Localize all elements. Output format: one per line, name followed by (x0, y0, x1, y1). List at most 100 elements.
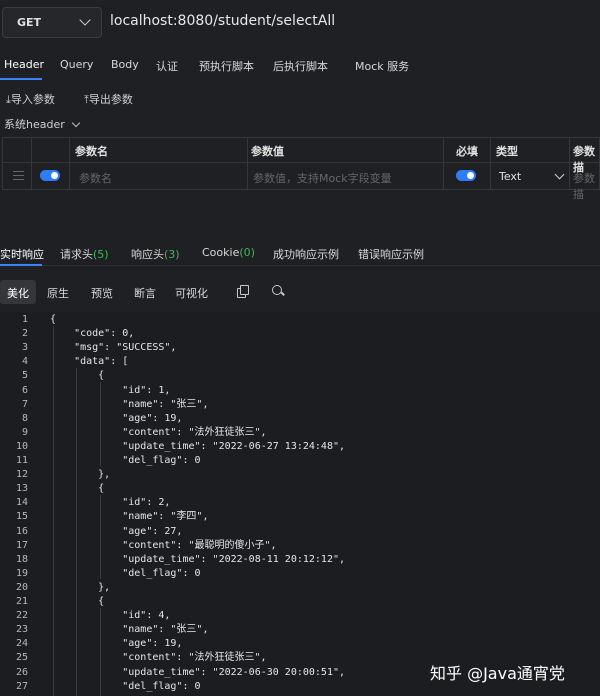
import-label: 导入参数 (10, 93, 55, 106)
tab-response-headers[interactable]: 响应头(3) (131, 246, 180, 262)
code-text: "id": 1, (50, 384, 171, 396)
system-header-label: 系统header (4, 118, 65, 131)
line-number: 26 (15, 666, 28, 678)
method-label: GET (17, 16, 42, 29)
watermark: 知乎 @Java通宵党 (430, 664, 565, 683)
tab-request-headers[interactable]: 请求头(5) (60, 246, 109, 262)
tab-label: 响应头 (131, 248, 164, 261)
tab-realtime-response[interactable]: 实时响应 (0, 246, 44, 262)
code-line: 21 { (0, 595, 600, 609)
method-select[interactable]: GET (2, 7, 102, 38)
line-number: 19 (15, 567, 28, 579)
code-text: { (50, 370, 105, 382)
line-number: 22 (15, 610, 28, 622)
code-line: 2 "code": 0, (0, 327, 600, 341)
export-params-button[interactable]: ⤒导出参数 (84, 91, 133, 107)
tab-auth[interactable]: 认证 (156, 58, 178, 74)
tab-body[interactable]: Body (111, 58, 139, 71)
line-number: 20 (15, 581, 28, 593)
drag-handle-icon[interactable] (13, 171, 24, 180)
tab-pretty[interactable]: 美化 (0, 280, 36, 304)
tab-raw[interactable]: 原生 (40, 280, 76, 304)
tab-success-example[interactable]: 成功响应示例 (273, 246, 339, 262)
code-line: 11 "del_flag": 0 (0, 454, 600, 468)
tab-pre-script[interactable]: 预执行脚本 (199, 58, 254, 74)
table-row: 参数名 参数值，支持Mock字段变量 Text 参数描 (3, 163, 599, 201)
response-body-editor[interactable]: 1{2 "code": 0, 3 "msg": "SUCCESS", 4 "data… (0, 312, 600, 696)
col-required: 必填 (456, 145, 478, 158)
code-line: 5 { (0, 369, 600, 383)
param-desc-input[interactable]: 参数描 (573, 170, 599, 202)
line-number: 14 (15, 497, 28, 509)
code-line: 16 "age": 27, (0, 525, 600, 539)
code-line: 13 { (0, 482, 600, 496)
tab-error-example[interactable]: 错误响应示例 (358, 246, 424, 262)
code-text: "name": "李四", (50, 511, 209, 523)
line-number: 2 (21, 328, 28, 340)
tab-query[interactable]: Query (60, 58, 93, 71)
chevron-down-icon (554, 169, 565, 180)
code-line: 20 }, (0, 581, 600, 595)
copy-icon[interactable] (237, 285, 249, 298)
code-text: "update_time": "2022-06-30 20:00:51", (50, 666, 346, 678)
response-tabs: 实时响应 请求头(5) 响应头(3) Cookie(0) 成功响应示例 错误响应… (0, 240, 600, 266)
line-number: 10 (15, 440, 28, 452)
active-tab-indicator (0, 78, 42, 80)
url-input[interactable]: localhost:8080/student/selectAll (110, 13, 335, 29)
line-number: 1 (21, 314, 28, 325)
code-text: "id": 2, (50, 497, 171, 509)
code-line: 15 "name": "李四", (0, 510, 600, 524)
tab-mock-service[interactable]: Mock 服务 (355, 58, 409, 74)
code-text: "id": 4, (50, 610, 171, 622)
code-text: "content": "最聪明的傻小子", (50, 539, 277, 551)
code-line: 22 "id": 4, (0, 609, 600, 623)
param-value-input[interactable]: 参数值，支持Mock字段变量 (253, 170, 392, 186)
line-number: 16 (15, 525, 28, 537)
line-number: 4 (21, 356, 28, 368)
code-text: { (50, 483, 105, 495)
code-text: "del_flag": 0 (50, 680, 201, 692)
code-line: 4 "data": [ (0, 355, 600, 369)
required-toggle[interactable] (456, 170, 476, 181)
line-number: 18 (15, 553, 28, 565)
tab-label: Cookie (202, 246, 240, 259)
search-icon[interactable] (272, 285, 285, 298)
tab-header[interactable]: Header (4, 58, 44, 71)
code-line: 19 "del_flag": 0 (0, 567, 600, 581)
code-line: 23 "name": "张三", (0, 623, 600, 637)
code-line: 9 "content": "法外狂徒张三", (0, 426, 600, 440)
col-type: 类型 (496, 145, 518, 158)
line-number: 15 (15, 511, 28, 523)
code-line: 14 "id": 2, (0, 496, 600, 510)
active-tab-indicator (0, 264, 42, 266)
code-line: 1{ (0, 313, 600, 327)
code-text: "del_flag": 0 (50, 455, 201, 466)
code-line: 10 "update_time": "2022-06-27 13:24:48", (0, 440, 600, 454)
param-name-input[interactable]: 参数名 (79, 170, 112, 186)
line-number: 6 (21, 384, 28, 396)
tab-preview[interactable]: 预览 (84, 280, 120, 304)
tab-assert[interactable]: 断言 (127, 280, 163, 304)
tab-post-script[interactable]: 后执行脚本 (273, 58, 328, 74)
tab-cookie[interactable]: Cookie(0) (202, 246, 255, 259)
code-line: 3 "msg": "SUCCESS", (0, 341, 600, 355)
line-number: 13 (15, 483, 28, 495)
enable-toggle[interactable] (40, 170, 60, 181)
col-param-value: 参数值 (251, 145, 284, 158)
code-text: "content": "法外狂徒张三", (50, 652, 267, 664)
import-params-button[interactable]: ⤓导入参数 (6, 91, 55, 107)
line-number: 11 (15, 455, 28, 466)
type-select[interactable]: Text (499, 170, 521, 183)
code-text: { (50, 596, 105, 607)
col-param-name: 参数名 (75, 145, 108, 158)
line-number: 9 (21, 426, 28, 438)
code-text: "name": "张三", (50, 624, 209, 636)
system-header-toggle[interactable]: 系统header (4, 116, 81, 132)
code-text: "age": 19, (50, 412, 183, 424)
tab-label: 请求头 (60, 248, 93, 261)
code-text: "msg": "SUCCESS", (50, 342, 177, 354)
code-line: 17 "content": "最聪明的傻小子", (0, 539, 600, 553)
tab-visualize[interactable]: 可视化 (168, 280, 215, 304)
code-text: "update_time": "2022-08-11 20:12:12", (50, 553, 346, 565)
code-line: 8 "age": 19, (0, 412, 600, 426)
